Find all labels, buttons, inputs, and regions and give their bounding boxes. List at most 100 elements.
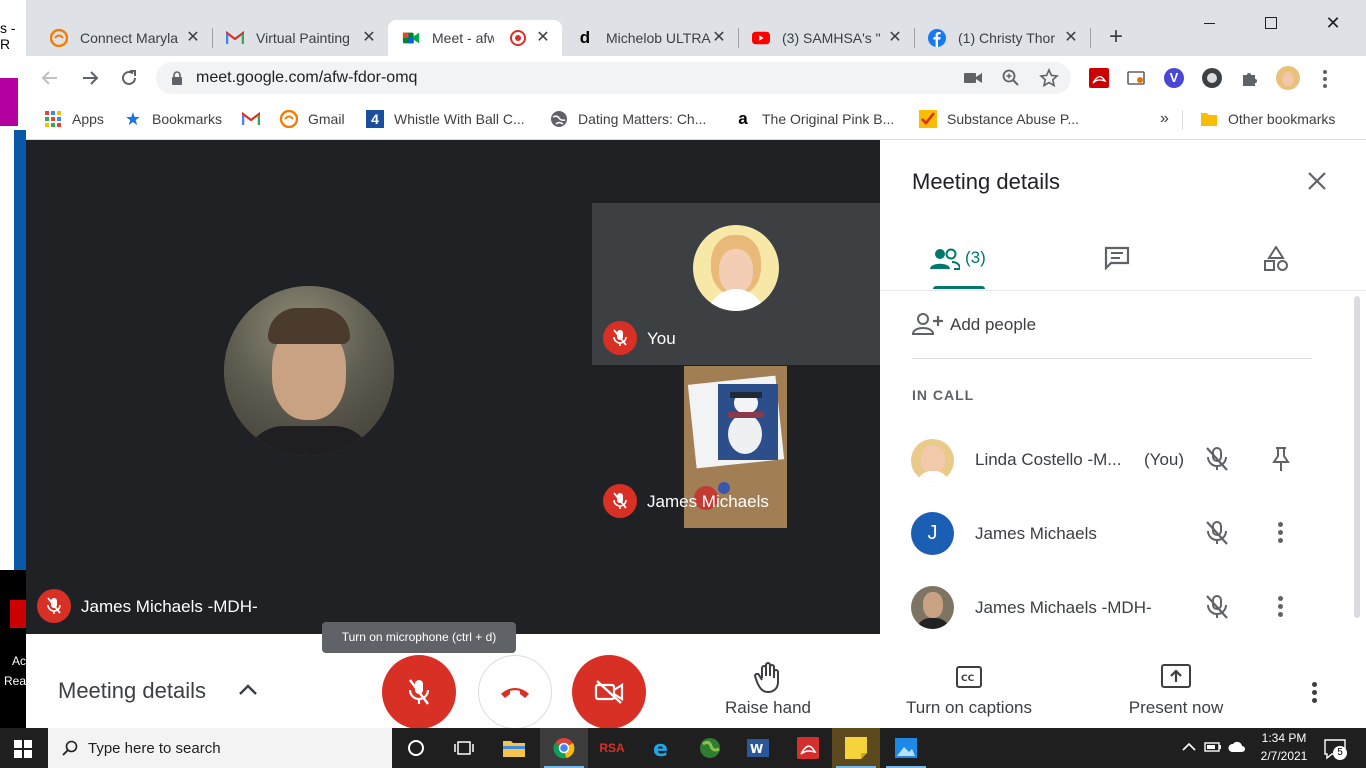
screenshot-extension-icon[interactable] bbox=[1126, 68, 1146, 88]
close-tab-icon[interactable]: ✕ bbox=[886, 29, 904, 47]
acrobat-taskbar-icon[interactable] bbox=[784, 728, 832, 768]
swirl-orange-icon bbox=[50, 29, 68, 47]
url-text[interactable]: meet.google.com/afw-fdor-omq bbox=[196, 69, 417, 87]
tab-facebook[interactable]: (1) Christy Thor ✕ bbox=[914, 20, 1090, 56]
you-avatar bbox=[693, 225, 779, 311]
word-icon[interactable]: W bbox=[734, 728, 782, 768]
you-muted-mic-icon bbox=[603, 321, 637, 355]
video-stage: James Michaels -MDH- You James Michaels bbox=[26, 140, 880, 634]
chevron-up-icon[interactable] bbox=[238, 682, 258, 696]
avatar bbox=[911, 439, 954, 482]
rsa-icon[interactable]: RSA bbox=[588, 728, 636, 768]
windows-start-icon[interactable] bbox=[14, 740, 32, 758]
more-options-icon[interactable] bbox=[1278, 596, 1284, 618]
new-tab-button[interactable]: + bbox=[1102, 24, 1130, 52]
close-window-button[interactable]: ✕ bbox=[1316, 8, 1350, 38]
main-tile-muted-mic-icon bbox=[37, 589, 71, 623]
tab-michelob-ultra[interactable]: d Michelob ULTRA ✕ bbox=[562, 20, 738, 56]
reload-icon[interactable] bbox=[119, 68, 139, 88]
present-screen-icon bbox=[1161, 664, 1191, 688]
bookmark-bookmarks[interactable]: ★ Bookmarks bbox=[124, 109, 222, 129]
tab-people[interactable]: (3) bbox=[930, 244, 986, 288]
close-tab-icon[interactable]: ✕ bbox=[360, 29, 378, 47]
more-options-icon[interactable] bbox=[1312, 682, 1318, 706]
bookmark-apps[interactable]: Apps bbox=[44, 109, 104, 129]
meeting-details-button[interactable]: Meeting details bbox=[58, 678, 206, 704]
acrobat-extension-icon[interactable] bbox=[1089, 68, 1109, 88]
taskbar-date[interactable]: 2/7/2021 bbox=[1254, 749, 1314, 763]
activities-shapes-icon[interactable] bbox=[1263, 246, 1289, 272]
more-options-icon[interactable] bbox=[1278, 522, 1284, 544]
file-explorer-icon[interactable] bbox=[490, 728, 538, 768]
tile-james-michaels[interactable]: James Michaels bbox=[592, 366, 880, 528]
cortana-icon[interactable] bbox=[392, 728, 440, 768]
avatar: J bbox=[911, 512, 954, 555]
microphone-toggle-button[interactable] bbox=[382, 655, 456, 729]
sticky-notes-icon[interactable] bbox=[832, 728, 880, 768]
participant-row[interactable]: James Michaels -MDH- bbox=[880, 582, 1348, 634]
leave-call-button[interactable] bbox=[478, 655, 552, 729]
tab-virtual-painting[interactable]: Virtual Painting ✕ bbox=[212, 20, 388, 56]
more-bookmarks-button[interactable]: » bbox=[1160, 109, 1169, 129]
camera-in-use-icon[interactable] bbox=[964, 71, 982, 85]
swirl-orange-icon bbox=[280, 110, 298, 128]
hand-icon bbox=[754, 662, 782, 694]
globe-app-icon[interactable] bbox=[686, 728, 734, 768]
chevron-up-icon[interactable] bbox=[1182, 742, 1196, 752]
tab-samhsa-youtube[interactable]: (3) SAMHSA's " ✕ bbox=[738, 20, 914, 56]
camera-toggle-button[interactable] bbox=[572, 655, 646, 729]
taskbar-search-box[interactable]: Type here to search bbox=[48, 728, 392, 768]
add-people-button[interactable]: Add people bbox=[912, 310, 1292, 340]
tab-google-meet[interactable]: Meet - afw ✕ bbox=[388, 20, 562, 56]
desktop-wallpaper-fragment bbox=[14, 130, 26, 570]
recording-icon bbox=[510, 30, 526, 46]
internet-explorer-icon[interactable]: e bbox=[638, 728, 686, 768]
notification-center-icon[interactable]: 5 bbox=[1324, 738, 1347, 760]
taskbar-time[interactable]: 1:34 PM bbox=[1254, 731, 1314, 745]
battery-icon[interactable] bbox=[1204, 740, 1222, 754]
participant-avatar-main bbox=[224, 286, 394, 456]
bookmark-whistle[interactable]: 4 Whistle With Ball C... bbox=[366, 109, 525, 129]
close-tab-icon[interactable]: ✕ bbox=[184, 29, 202, 47]
extensions-puzzle-icon[interactable] bbox=[1240, 68, 1260, 88]
participant-row[interactable]: J James Michaels bbox=[880, 508, 1348, 560]
bookmark-pink-b[interactable]: a The Original Pink B... bbox=[734, 109, 894, 129]
task-view-icon[interactable] bbox=[440, 728, 488, 768]
close-tab-icon[interactable]: ✕ bbox=[1062, 29, 1080, 47]
participant-row[interactable]: Linda Costello -M... (You) bbox=[880, 434, 1348, 486]
chrome-taskbar-icon[interactable] bbox=[540, 728, 588, 768]
forward-arrow-icon[interactable] bbox=[80, 68, 100, 88]
present-now-button[interactable]: Present now bbox=[1116, 658, 1236, 728]
james-muted-mic-icon bbox=[603, 484, 637, 518]
captions-button[interactable]: CC Turn on captions bbox=[894, 658, 1044, 728]
zoom-icon[interactable] bbox=[1002, 69, 1020, 87]
minimize-window-button[interactable] bbox=[1192, 8, 1226, 38]
bookmark-gmail-m[interactable] bbox=[242, 109, 270, 129]
bookmark-gmail[interactable]: Gmail bbox=[280, 109, 345, 129]
lock-icon[interactable] bbox=[171, 71, 183, 85]
raise-hand-button[interactable]: Raise hand bbox=[718, 658, 818, 728]
desktop-window-fragment bbox=[0, 78, 18, 126]
cloud-icon[interactable] bbox=[1228, 741, 1246, 753]
circle-extension-icon[interactable] bbox=[1202, 68, 1222, 88]
acrobat-desktop-icon[interactable] bbox=[10, 600, 26, 628]
photos-icon[interactable] bbox=[882, 728, 930, 768]
bookmark-substance-abuse[interactable]: Substance Abuse P... bbox=[919, 109, 1079, 129]
panel-scrollbar[interactable] bbox=[1354, 296, 1360, 618]
close-tab-icon[interactable]: ✕ bbox=[710, 29, 728, 47]
chat-icon[interactable] bbox=[1104, 246, 1130, 270]
maximize-window-button[interactable] bbox=[1254, 8, 1288, 38]
tile-you[interactable]: You bbox=[592, 203, 880, 365]
pin-icon[interactable] bbox=[1270, 446, 1292, 472]
close-panel-icon[interactable] bbox=[1306, 170, 1328, 192]
back-arrow-icon[interactable] bbox=[40, 68, 60, 88]
close-tab-icon[interactable]: ✕ bbox=[534, 29, 552, 47]
v-extension-icon[interactable]: V bbox=[1164, 68, 1184, 88]
other-bookmarks-folder[interactable]: Other bookmarks bbox=[1200, 109, 1335, 129]
tab-connect-maryland[interactable]: Connect Maryla ✕ bbox=[36, 20, 212, 56]
chrome-menu-icon[interactable] bbox=[1322, 68, 1328, 88]
bookmark-star-icon[interactable] bbox=[1039, 68, 1059, 88]
profile-avatar[interactable] bbox=[1276, 66, 1300, 90]
bookmark-dating-matters[interactable]: Dating Matters: Ch... bbox=[550, 109, 706, 129]
address-bar[interactable]: meet.google.com/afw-fdor-omq bbox=[156, 62, 1071, 94]
